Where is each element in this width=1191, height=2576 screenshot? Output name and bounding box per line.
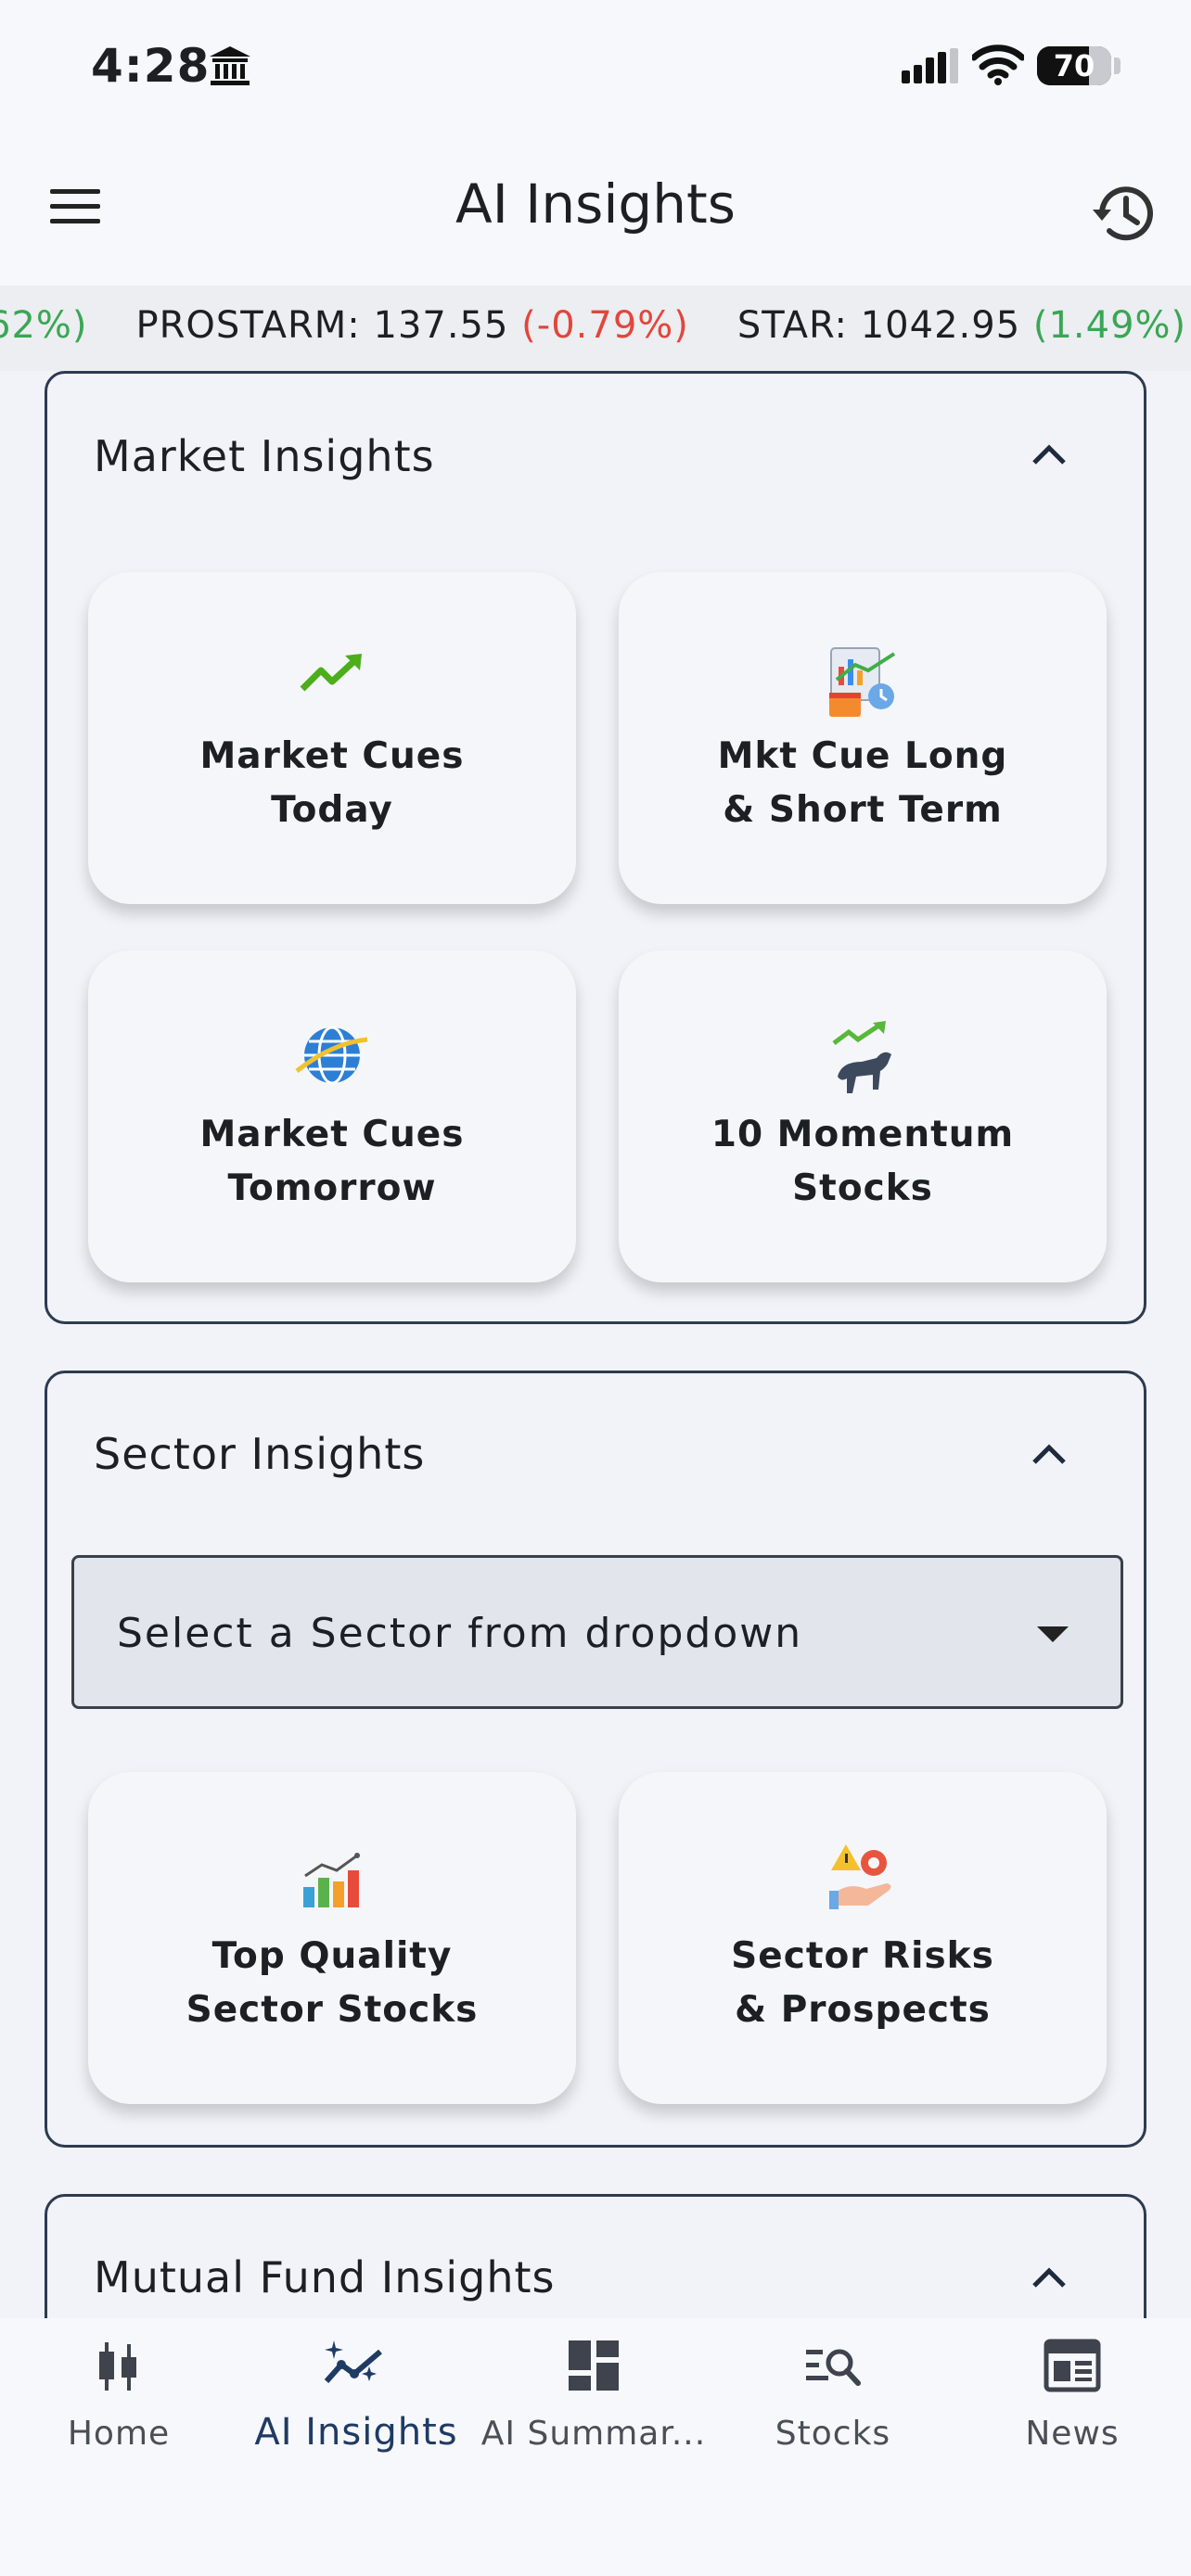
sector-risks-prospects-card[interactable]: Sector Risks & Prospects	[619, 1772, 1107, 2104]
dropdown-placeholder: Select a Sector from dropdown	[117, 1610, 803, 1657]
battery-nub	[1114, 57, 1121, 74]
tab-ai-summary[interactable]: AI Summar...	[475, 2318, 712, 2504]
sector-insights-section: Sector Insights Select a Sector from dro…	[45, 1371, 1146, 2148]
status-bar: 4:28 70	[0, 0, 1191, 137]
bar-chart-icon	[303, 1853, 360, 1907]
dropdown-caret-icon	[1037, 1626, 1069, 1642]
card-label: Market Cues Today	[199, 735, 465, 831]
mkt-cue-long-short-card[interactable]: Mkt Cue Long & Short Term	[619, 572, 1107, 904]
tab-label: Home	[67, 2415, 171, 2453]
market-cues-today-card[interactable]: Market Cues Today	[88, 572, 576, 904]
top-quality-sector-stocks-card[interactable]: Top Quality Sector Stocks	[88, 1772, 576, 2104]
tab-news[interactable]: News	[954, 2318, 1191, 2504]
battery-indicator: 70	[1037, 46, 1111, 85]
tab-label: AI Insights	[254, 2411, 458, 2454]
history-icon[interactable]	[1089, 178, 1159, 249]
ticker-item: STAR: 1042.95	[736, 304, 1033, 347]
trending-up-icon	[300, 654, 362, 692]
chevron-up-icon[interactable]	[1029, 440, 1069, 466]
card-label: Top Quality Sector Stocks	[186, 1935, 479, 2031]
tab-label: News	[1025, 2415, 1120, 2453]
card-label: Mkt Cue Long & Short Term	[717, 735, 1008, 831]
cellular-signal-icon	[902, 48, 958, 83]
chevron-up-icon[interactable]	[1029, 2264, 1069, 2289]
dashboard-icon	[569, 2340, 619, 2391]
ticker-item: 62%)	[0, 304, 88, 347]
section-title: Sector Insights	[94, 1429, 426, 1479]
market-cues-tomorrow-card[interactable]: Market Cues Tomorrow	[88, 950, 576, 1282]
card-label: Market Cues Tomorrow	[199, 1114, 465, 1209]
risk-gear-icon	[829, 1844, 891, 1909]
ticker-item: PROSTARM: 137.55	[135, 304, 522, 347]
card-label: 10 Momentum Stocks	[711, 1114, 1015, 1209]
wifi-icon	[972, 45, 1024, 85]
status-time: 4:28	[91, 39, 211, 93]
bank-icon	[210, 46, 250, 85]
ticker-change: (-0.79%)	[521, 304, 689, 347]
battery-percent: 70	[1053, 48, 1095, 83]
stock-ticker: 62%) PROSTARM: 137.55 (-0.79%) STAR: 1042.…	[0, 286, 1191, 371]
sector-dropdown[interactable]: Select a Sector from dropdown	[71, 1555, 1123, 1709]
bottom-tab-bar: Home AI Insights AI Summar... Stocks New…	[0, 2318, 1191, 2576]
globe-icon	[295, 1026, 368, 1085]
market-insights-section: Market Insights Market Cues Today Mkt Cu…	[45, 371, 1146, 1324]
tab-label: AI Summar...	[480, 2415, 707, 2453]
tab-stocks[interactable]: Stocks	[714, 2318, 952, 2504]
newspaper-icon	[1044, 2339, 1101, 2392]
bull-icon	[832, 1021, 891, 1093]
tab-home[interactable]: Home	[0, 2318, 237, 2504]
chart-calendar-icon	[829, 647, 896, 717]
page-title: AI Insights	[455, 172, 736, 236]
section-title: Mutual Fund Insights	[94, 2252, 556, 2302]
list-search-icon	[806, 2349, 861, 2386]
momentum-stocks-card[interactable]: 10 Momentum Stocks	[619, 950, 1107, 1282]
section-title: Market Insights	[94, 431, 435, 481]
card-label: Sector Risks & Prospects	[731, 1935, 994, 2031]
candlestick-icon	[99, 2342, 136, 2391]
ai-trend-icon	[324, 2340, 382, 2383]
tab-ai-insights[interactable]: AI Insights	[237, 2318, 475, 2504]
ticker-change: (1.49%)	[1032, 304, 1187, 347]
chevron-up-icon[interactable]	[1029, 1440, 1069, 1466]
tab-label: Stocks	[775, 2415, 891, 2453]
